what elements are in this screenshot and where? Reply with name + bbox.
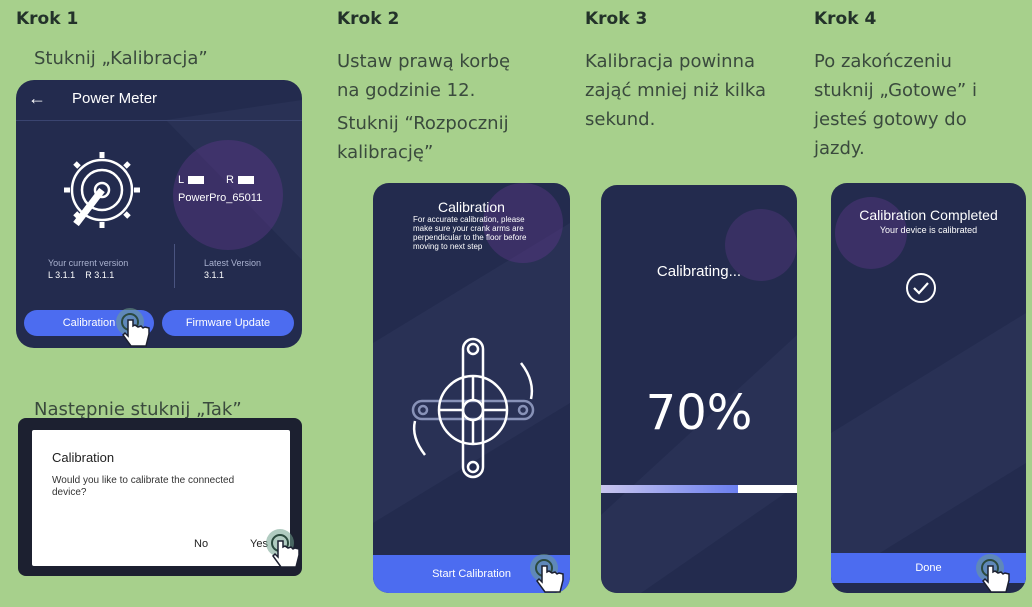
instruction-line: kalibrację” xyxy=(337,142,434,163)
device-name: PowerPro_65011 xyxy=(178,192,263,204)
left-battery: L xyxy=(178,174,205,186)
instruction-line: Stuknij “Rozpocznij xyxy=(337,113,509,134)
crank-icon xyxy=(411,337,535,479)
header-divider xyxy=(16,120,302,121)
current-version-value: L 3.1.1 R 3.1.1 xyxy=(48,270,115,280)
instruction-line: Po zakończeniu xyxy=(814,51,952,72)
tap-hand-icon xyxy=(530,554,564,593)
calibration-dialog: Calibration Would you like to calibrate … xyxy=(32,430,290,566)
instruction-sheet: Krok 1 Krok 2 Krok 3 Krok 4 Stuknij „Kal… xyxy=(0,0,1032,607)
tap-hand-icon xyxy=(266,529,300,568)
calibrating-screen: Calibrating... 70% xyxy=(601,185,797,593)
instruction-line: sekund. xyxy=(585,109,656,130)
dialog-title: Calibration xyxy=(52,450,115,465)
right-battery: R xyxy=(226,174,254,186)
step-2-heading: Krok 2 xyxy=(337,9,400,29)
tap-hand-icon xyxy=(976,554,1010,593)
instruction-line: zająć mniej niż kilka xyxy=(585,80,767,101)
completed-title: Calibration Completed xyxy=(859,207,998,223)
power-meter-screen: ← Power Meter L R PowerPro_65011 Your cu… xyxy=(16,80,302,348)
step-4-instruction: Po zakończeniu stuknij „Gotowe” i jesteś… xyxy=(814,47,977,163)
battery-icon xyxy=(237,176,254,184)
no-button[interactable]: No xyxy=(194,538,208,550)
latest-version-value: 3.1.1 xyxy=(204,270,225,280)
completed-subtitle: Your device is calibrated xyxy=(879,225,978,235)
dialog-screen: Calibration Would you like to calibrate … xyxy=(18,418,302,576)
step-1-instruction: Stuknij „Kalibracja” xyxy=(34,48,208,69)
step-4-heading: Krok 4 xyxy=(814,9,877,29)
checkmark-icon xyxy=(906,273,936,303)
right-battery-label: R xyxy=(226,174,234,186)
back-arrow-icon[interactable]: ← xyxy=(28,88,46,109)
calibration-description: For accurate calibration, please make su… xyxy=(413,215,527,251)
latest-version-label: Latest Version xyxy=(204,258,262,268)
version-divider xyxy=(174,244,175,288)
step-2-instruction: Ustaw prawą korbę na godzinie 12. Stukni… xyxy=(337,47,510,167)
progress-fill xyxy=(601,485,739,493)
progress-bar xyxy=(601,485,797,493)
progress-percent: 70% xyxy=(645,385,753,441)
current-version-label: Your current version xyxy=(48,258,129,268)
dialog-message: Would you like to calibrate the connecte… xyxy=(52,475,235,498)
screen-title: Power Meter xyxy=(72,90,158,107)
instruction-line: Kalibracja powinna xyxy=(585,51,756,72)
step-3-instruction: Kalibracja powinna zająć mniej niż kilka… xyxy=(585,47,766,134)
tap-hand-icon xyxy=(116,308,150,347)
left-battery-label: L xyxy=(178,174,185,186)
instruction-line: na godzinie 12. xyxy=(337,80,476,101)
calibration-screen: Calibration For accurate calibration, pl… xyxy=(373,183,570,593)
background-shapes xyxy=(831,197,1026,583)
instruction-line: jazdy. xyxy=(814,138,865,159)
instruction-line: jesteś gotowy do xyxy=(814,109,967,130)
chainring-icon xyxy=(64,152,140,228)
screen-title: Calibration xyxy=(438,199,505,215)
step-1-heading: Krok 1 xyxy=(16,9,79,29)
calibrating-status: Calibrating... xyxy=(656,263,742,280)
step-3-heading: Krok 3 xyxy=(585,9,648,29)
battery-icon xyxy=(188,176,205,184)
completed-screen: Calibration Completed Your device is cal… xyxy=(831,183,1026,593)
firmware-update-button[interactable]: Firmware Update xyxy=(162,310,294,336)
instruction-line: stuknij „Gotowe” i xyxy=(814,80,977,101)
instruction-line: Ustaw prawą korbę xyxy=(337,51,511,72)
